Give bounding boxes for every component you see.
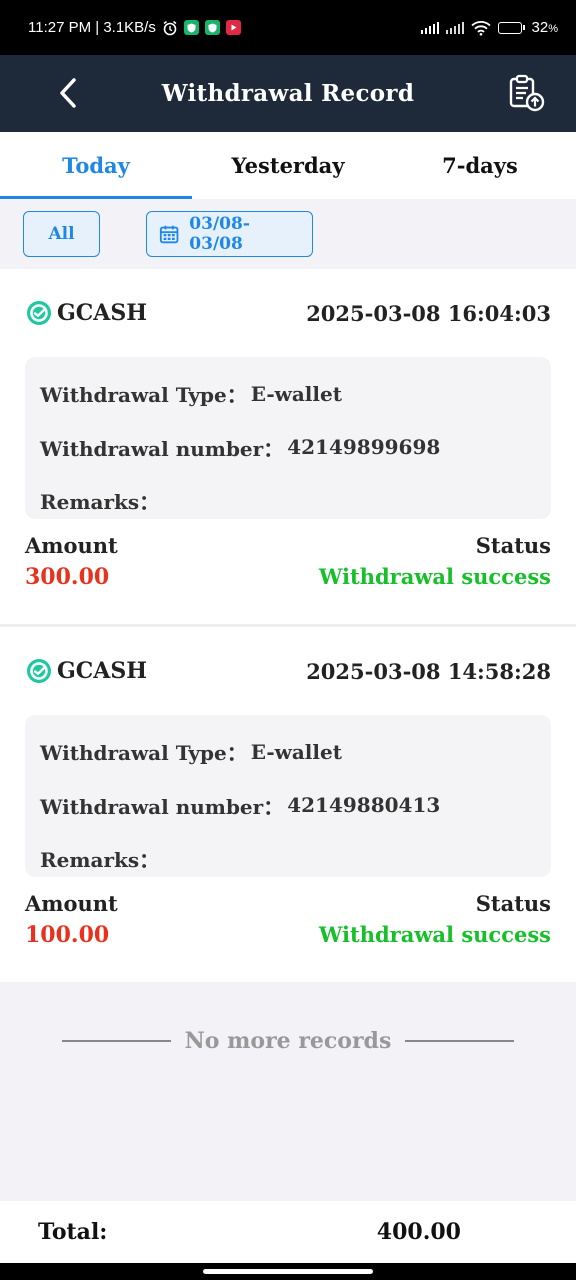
withdrawal-record-card[interactable]: GCASH 2025-03-08 16:04:03 Withdrawal Typ… xyxy=(0,269,576,624)
calendar-icon xyxy=(159,225,179,244)
status-bar: 11:27 PM | 3.1KB/s 32% xyxy=(0,0,576,55)
filter-bar: All 03/08- 03/08 xyxy=(0,199,576,269)
status-label: Status xyxy=(475,533,551,558)
brand-name: GCASH xyxy=(57,300,148,326)
date-tabs: Today Yesterday 7-days xyxy=(0,132,576,199)
record-datetime: 2025-03-08 14:58:28 xyxy=(306,658,551,684)
total-value: 400.00 xyxy=(376,1219,461,1245)
withdrawal-record-card[interactable]: GCASH 2025-03-08 14:58:28 Withdrawal Typ… xyxy=(0,627,576,982)
divider-line xyxy=(405,1040,515,1042)
shield-app-icon xyxy=(183,20,199,35)
system-nav-bar xyxy=(0,1263,576,1280)
amount-value: 100.00 xyxy=(25,922,110,948)
tab-today[interactable]: Today xyxy=(0,132,192,199)
total-bar: Total: 400.00 xyxy=(0,1201,576,1263)
back-button[interactable] xyxy=(50,75,86,111)
alarm-icon xyxy=(163,20,177,35)
filter-all-button[interactable]: All xyxy=(23,211,100,257)
record-datetime: 2025-03-08 16:04:03 xyxy=(306,300,551,326)
status-value: Withdrawal success xyxy=(318,564,551,589)
record-details: Withdrawal Type： E-wallet Withdrawal numb… xyxy=(25,715,551,877)
amount-label: Amount xyxy=(25,891,118,916)
battery-icon xyxy=(497,21,525,34)
divider-line xyxy=(62,1040,171,1042)
no-more-records-text: No more records xyxy=(184,1028,392,1054)
withdrawal-type-label: Withdrawal Type： xyxy=(40,741,247,766)
amount-label: Amount xyxy=(25,533,118,558)
gcash-logo-icon xyxy=(27,301,51,325)
withdrawal-number-value: 42149880413 xyxy=(287,793,441,818)
withdrawal-type-label: Withdrawal Type： xyxy=(40,383,247,408)
remarks-label: Remarks： xyxy=(40,490,160,515)
total-label: Total: xyxy=(38,1219,108,1245)
withdrawal-number-value: 42149899698 xyxy=(287,435,441,460)
record-history-button[interactable] xyxy=(506,73,546,113)
payment-brand: GCASH xyxy=(25,299,147,327)
app-header: Withdrawal Record xyxy=(0,55,576,132)
signal-icon-2 xyxy=(445,21,464,34)
tab-yesterday[interactable]: Yesterday xyxy=(192,132,384,199)
status-value: Withdrawal success xyxy=(318,922,551,947)
withdrawal-number-label: Withdrawal number： xyxy=(40,794,284,819)
shield-app-icon-2 xyxy=(204,20,220,35)
clipboard-upload-icon xyxy=(509,74,545,112)
withdrawal-number-label: Withdrawal number： xyxy=(40,436,284,461)
battery-percent: 32% xyxy=(531,19,558,36)
youtube-icon xyxy=(225,20,241,35)
status-label: Status xyxy=(475,891,551,916)
payment-brand: GCASH xyxy=(25,657,147,685)
brand-name: GCASH xyxy=(57,658,148,684)
status-time: 11:27 PM | 3.1KB/s xyxy=(28,19,156,36)
date-range-button[interactable]: 03/08- 03/08 xyxy=(146,211,313,257)
withdrawal-type-value: E-wallet xyxy=(250,381,342,406)
remarks-label: Remarks： xyxy=(40,848,160,873)
amount-value: 300.00 xyxy=(25,564,110,590)
chevron-left-icon xyxy=(60,78,76,108)
signal-icon xyxy=(420,21,439,34)
gcash-logo-icon xyxy=(27,659,51,683)
page-title: Withdrawal Record xyxy=(161,80,415,107)
end-of-list: No more records xyxy=(62,1020,515,1062)
wifi-icon xyxy=(470,20,491,36)
home-indicator[interactable] xyxy=(203,1269,373,1274)
record-details: Withdrawal Type： E-wallet Withdrawal numb… xyxy=(25,357,551,519)
withdrawal-type-value: E-wallet xyxy=(250,739,342,764)
tab-7-days[interactable]: 7-days xyxy=(384,132,576,199)
date-range-label: 03/08- 03/08 xyxy=(189,214,250,254)
